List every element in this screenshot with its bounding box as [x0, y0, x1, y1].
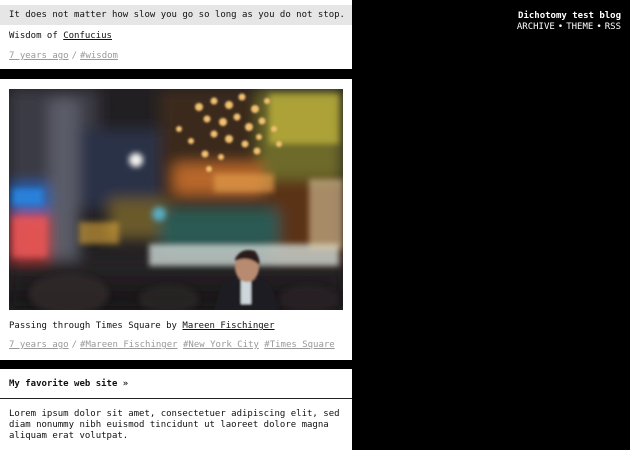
nav-separator: • [557, 22, 564, 32]
tag-link[interactable]: #Mareen Fischinger [80, 340, 178, 350]
photo-caption: Passing through Times Square by Mareen F… [9, 321, 275, 331]
photo-image[interactable] [9, 89, 343, 310]
quote-source-link[interactable]: Confucius [63, 31, 112, 41]
photo-graphic [9, 89, 343, 310]
meta-separator: / [71, 51, 78, 61]
photo-caption-prefix: Passing through Times Square by [9, 321, 177, 331]
link-post-body: Lorem ipsum dolor sit amet, consectetuer… [9, 409, 340, 441]
nav-separator: • [596, 22, 602, 32]
link-post: My favorite web site » Lorem ipsum dolor… [0, 369, 352, 450]
tag-link[interactable]: #New York City [183, 340, 259, 350]
blog-title[interactable]: Dichotomy test blog [517, 11, 621, 22]
blog-header: Dichotomy test blog ARCHIVE • THEME • RSS [517, 11, 621, 33]
tag-link[interactable]: #Times Square [264, 340, 334, 350]
nav-rss[interactable]: RSS [605, 22, 621, 32]
photo-meta: 7 years ago / #Mareen Fischinger #New York… [9, 340, 335, 350]
quote-permalink[interactable]: 7 years ago [9, 51, 69, 61]
tag-link[interactable]: #wisdom [80, 51, 118, 61]
quote-source: Wisdom of Confucius [9, 31, 112, 41]
quote-post: It does not matter how slow you go so lo… [0, 0, 352, 69]
photo-author-link[interactable]: Mareen Fischinger [182, 321, 274, 331]
photo-permalink[interactable]: 7 years ago [9, 340, 69, 350]
meta-separator: / [71, 340, 78, 350]
photo-post: Passing through Times Square by Mareen F… [0, 79, 352, 360]
post-column: It does not matter how slow you go so lo… [0, 0, 352, 450]
top-nav: ARCHIVE • THEME • RSS [517, 22, 621, 33]
quote-meta: 7 years ago / #wisdom [9, 51, 118, 61]
nav-theme[interactable]: THEME [566, 22, 593, 32]
divider [0, 398, 352, 399]
nav-archive[interactable]: ARCHIVE [517, 22, 555, 32]
quote-source-prefix: Wisdom of [9, 31, 58, 41]
link-post-title[interactable]: My favorite web site » [9, 379, 128, 389]
quote-text: It does not matter how slow you go so lo… [0, 5, 352, 25]
